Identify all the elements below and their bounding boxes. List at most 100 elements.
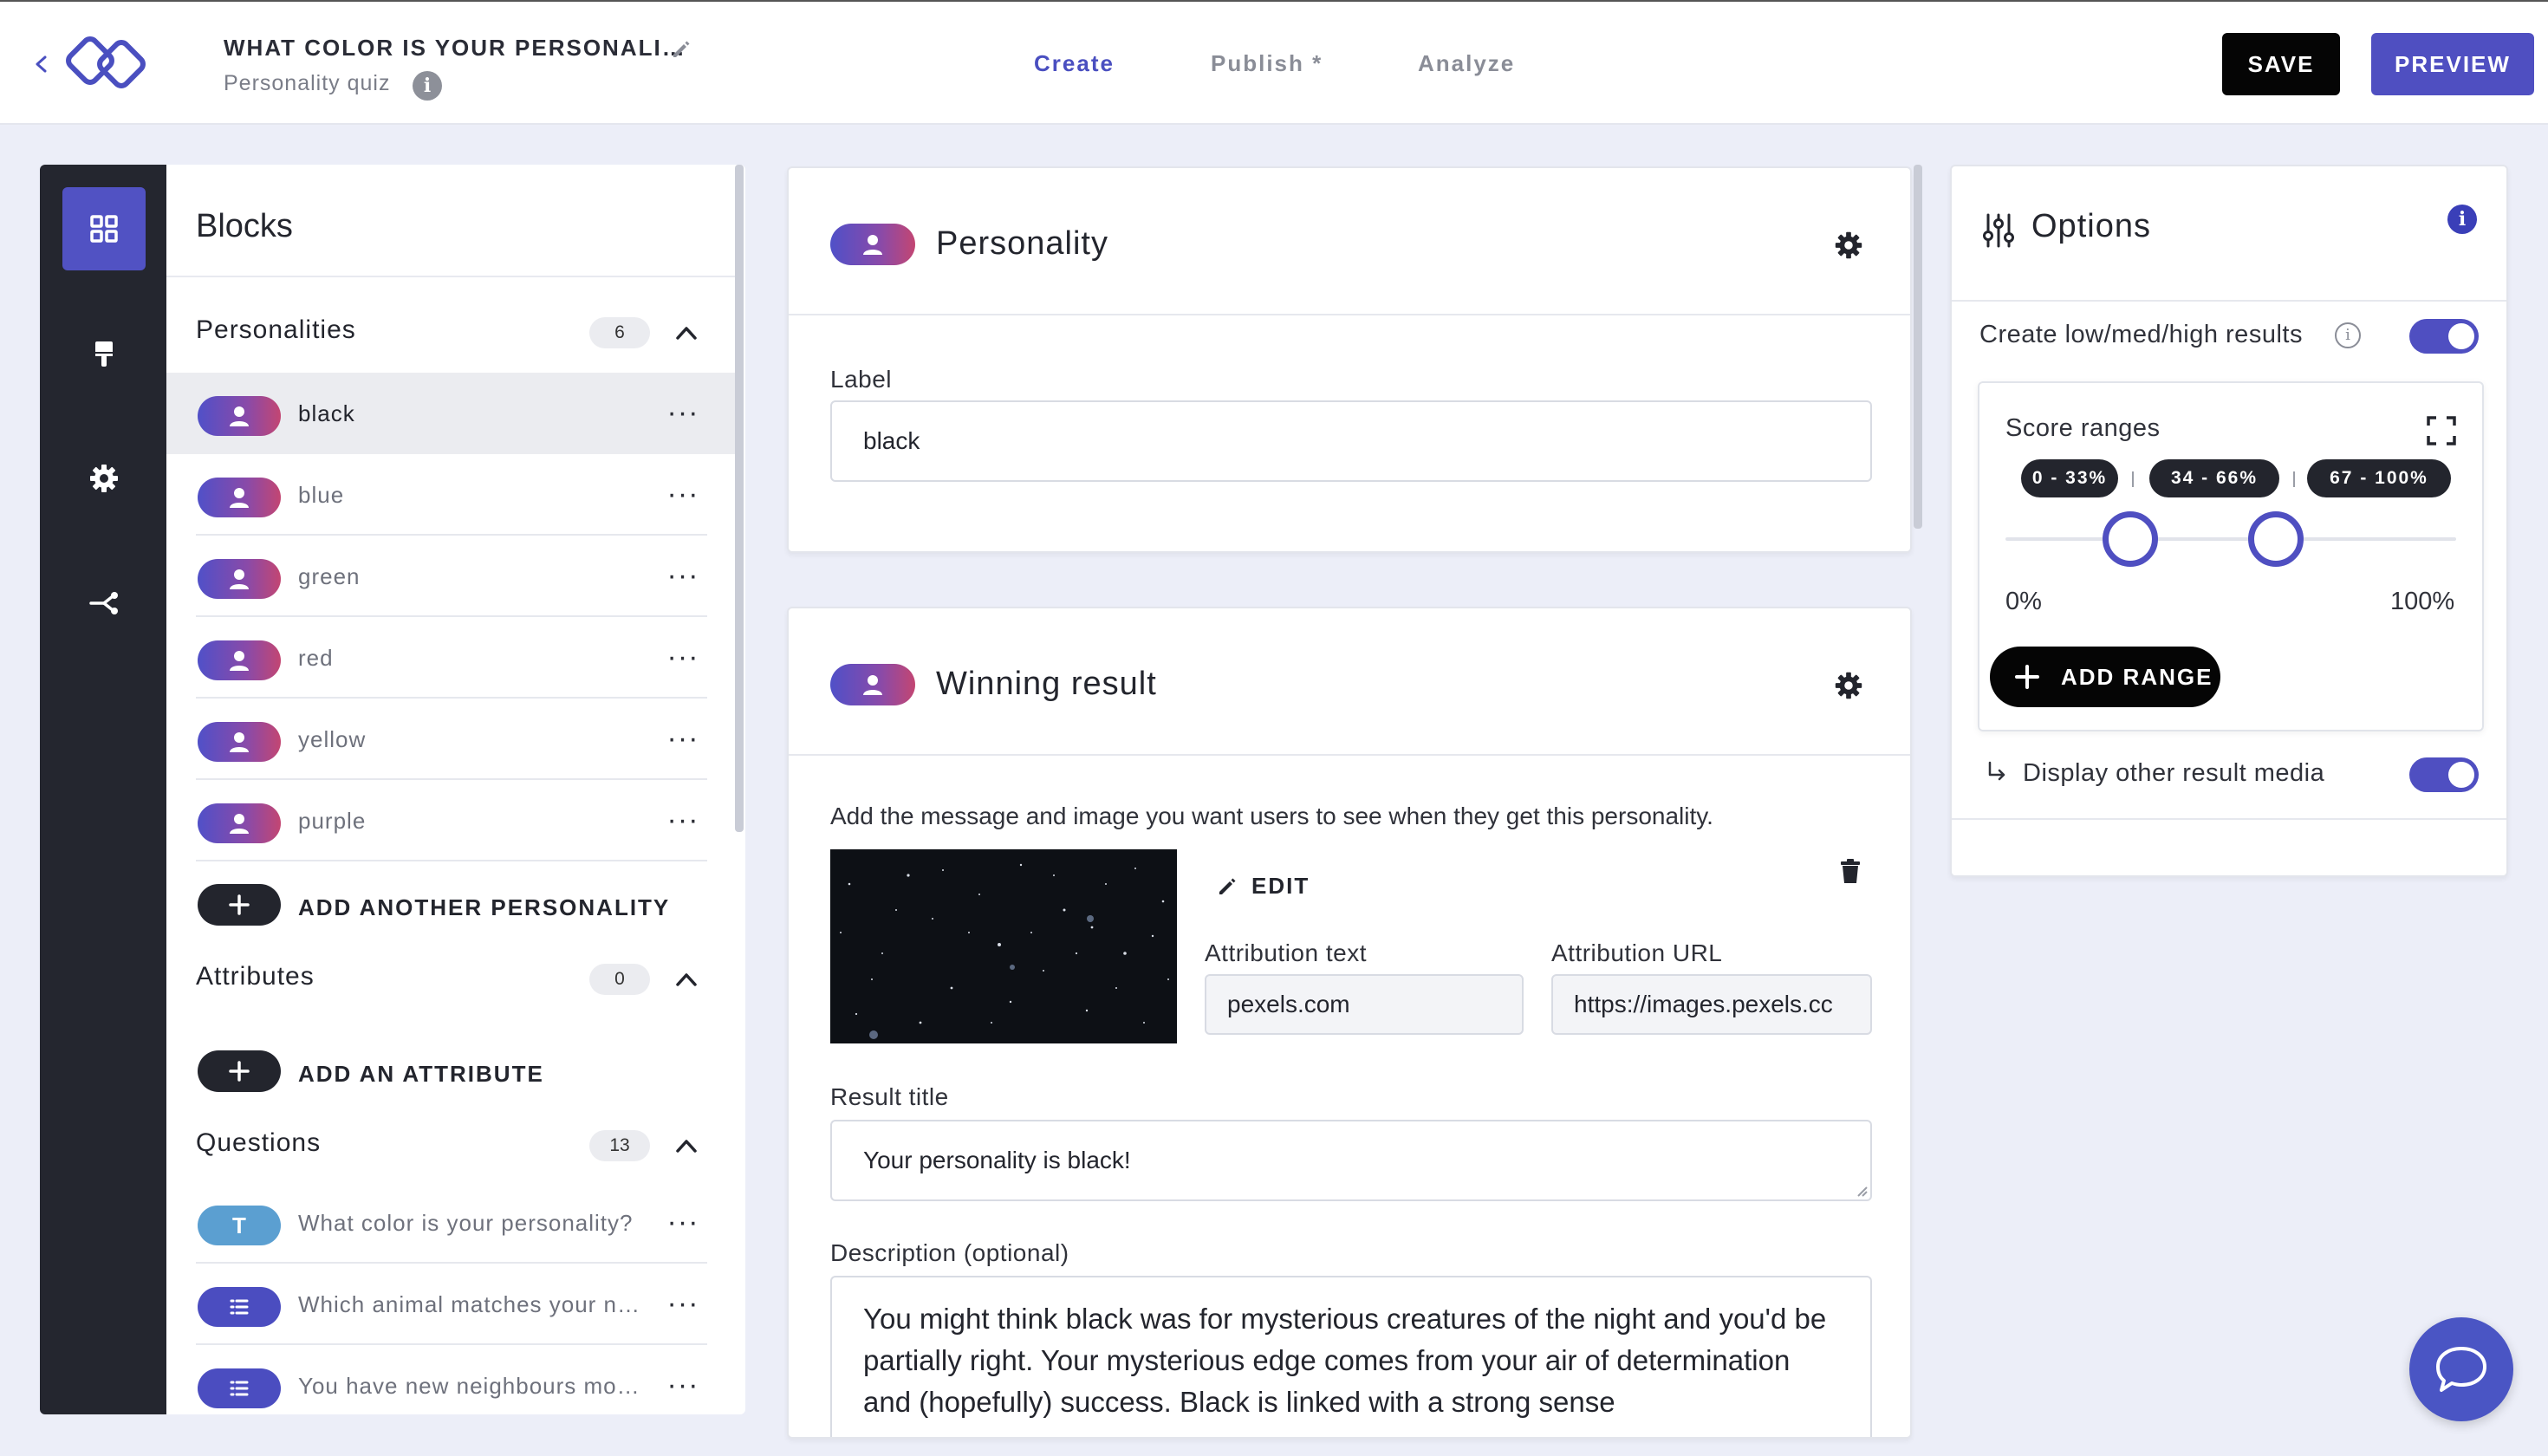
- back-button[interactable]: [29, 47, 52, 81]
- add-personality-button[interactable]: ADD ANOTHER PERSONALITY: [166, 870, 738, 939]
- range-chip-high[interactable]: 67 - 100%: [2307, 459, 2451, 497]
- gear-icon[interactable]: [1832, 669, 1865, 702]
- section-label: Personalities: [196, 315, 356, 344]
- personality-label-input[interactable]: [830, 400, 1872, 482]
- rail-blocks-button[interactable]: [62, 187, 146, 270]
- count-badge: 6: [589, 317, 650, 348]
- gear-icon[interactable]: [1832, 229, 1865, 262]
- result-description-textarea[interactable]: You might think black was for mysterious…: [830, 1276, 1872, 1437]
- person-icon: [230, 814, 249, 834]
- blocks-panel: Blocks Personalities 6 black ··· blue ··…: [166, 165, 745, 1414]
- label-field-caption: Label: [830, 366, 893, 393]
- slider-handle-high[interactable]: [2248, 511, 2304, 567]
- paintbrush-icon: [95, 341, 113, 367]
- chevron-up-icon[interactable]: [673, 967, 700, 991]
- more-options-icon[interactable]: ···: [660, 1286, 705, 1321]
- attribution-url-caption: Attribution URL: [1551, 939, 1723, 966]
- editor-side-rail: [40, 165, 166, 1414]
- item-label: yellow: [298, 726, 367, 752]
- result-image[interactable]: [830, 849, 1177, 1043]
- more-options-icon[interactable]: ···: [660, 803, 705, 837]
- section-personalities-header[interactable]: Personalities 6: [166, 298, 738, 367]
- rail-design-button[interactable]: [62, 312, 146, 395]
- display-media-label: Display other result media: [2023, 759, 2325, 787]
- edit-media-button[interactable]: EDIT: [1217, 870, 1310, 901]
- info-icon[interactable]: i: [2447, 205, 2477, 234]
- quiz-title[interactable]: WHAT COLOR IS YOUR PERSONALI…: [224, 35, 686, 62]
- save-button[interactable]: SAVE: [2222, 33, 2340, 95]
- tab-publish[interactable]: Publish *: [1211, 50, 1323, 77]
- more-options-icon[interactable]: ···: [660, 1368, 705, 1402]
- add-range-label: ADD RANGE: [2061, 663, 2213, 690]
- personality-pill: [198, 396, 281, 436]
- range-chip-low[interactable]: 0 - 33%: [2021, 459, 2118, 497]
- item-label: green: [298, 563, 361, 589]
- rail-settings-button[interactable]: [62, 437, 146, 520]
- personality-item-blue[interactable]: blue ···: [166, 454, 738, 536]
- gear-icon: [90, 465, 118, 492]
- text-question-pill: T: [198, 1206, 281, 1245]
- expand-icon[interactable]: [2427, 416, 2456, 445]
- person-icon: [230, 488, 249, 508]
- plus-icon: [229, 894, 250, 915]
- add-attribute-button[interactable]: ADD AN ATTRIBUTE: [166, 1037, 738, 1106]
- winning-result-card: Winning result Add the message and image…: [787, 607, 1912, 1439]
- card-title: Personality: [936, 225, 1108, 262]
- rail-logic-button[interactable]: [62, 562, 146, 645]
- attribution-url-input[interactable]: [1551, 974, 1872, 1035]
- range-chip-med[interactable]: 34 - 66%: [2149, 459, 2279, 497]
- info-icon[interactable]: i: [413, 71, 442, 101]
- section-attributes-header[interactable]: Attributes 0: [166, 945, 738, 1014]
- quiz-type-label: Personality quiz: [224, 71, 391, 95]
- question-item[interactable]: You have new neighbours mo… ···: [166, 1345, 738, 1414]
- divider: [196, 860, 707, 861]
- blocks-scrollbar[interactable]: [735, 165, 744, 832]
- tab-analyze[interactable]: Analyze: [1418, 50, 1515, 77]
- section-label: Questions: [196, 1128, 322, 1157]
- low-med-high-toggle[interactable]: [2409, 319, 2479, 354]
- divider: [166, 276, 738, 277]
- app-logo[interactable]: [61, 28, 158, 99]
- tab-create[interactable]: Create: [1034, 50, 1115, 77]
- section-questions-header[interactable]: Questions 13: [166, 1111, 738, 1180]
- editor-scrollbar[interactable]: [1914, 165, 1922, 529]
- personality-item-red[interactable]: red ···: [166, 617, 738, 699]
- chevron-left-icon: [36, 55, 47, 73]
- section-label: Attributes: [196, 962, 315, 991]
- resize-handle-icon[interactable]: [1853, 1182, 1869, 1198]
- plus-icon: [229, 1061, 250, 1082]
- more-options-icon[interactable]: ···: [660, 721, 705, 756]
- more-options-icon[interactable]: ···: [660, 1205, 705, 1239]
- plus-button: [198, 1050, 281, 1092]
- divider: [1952, 818, 2506, 820]
- add-range-button[interactable]: ADD RANGE: [1990, 647, 2220, 707]
- personality-item-yellow[interactable]: yellow ···: [166, 699, 738, 780]
- more-options-icon[interactable]: ···: [660, 640, 705, 674]
- range-separator: [2293, 471, 2295, 487]
- more-options-icon[interactable]: ···: [660, 395, 705, 430]
- personality-item-green[interactable]: green ···: [166, 536, 738, 617]
- personality-pill: [198, 478, 281, 517]
- question-item[interactable]: Which animal matches your n… ···: [166, 1264, 738, 1345]
- add-label: ADD AN ATTRIBUTE: [298, 1061, 544, 1087]
- chevron-up-icon[interactable]: [673, 321, 700, 345]
- attribution-text-input[interactable]: [1205, 974, 1524, 1035]
- question-item[interactable]: T What color is your personality? ···: [166, 1182, 738, 1264]
- more-options-icon[interactable]: ···: [660, 477, 705, 511]
- personality-item-purple[interactable]: purple ···: [166, 780, 738, 861]
- score-slider-track[interactable]: [2005, 537, 2456, 541]
- result-title-input[interactable]: [830, 1120, 1872, 1201]
- item-label: red: [298, 645, 334, 671]
- chat-support-button[interactable]: [2409, 1317, 2513, 1421]
- pencil-icon[interactable]: [669, 36, 693, 61]
- trash-icon[interactable]: [1839, 858, 1862, 884]
- blocks-grid-icon: [90, 215, 118, 243]
- info-outline-icon[interactable]: i: [2335, 322, 2361, 348]
- personality-item-black[interactable]: black ···: [166, 373, 738, 454]
- preview-button[interactable]: PREVIEW: [2371, 33, 2534, 95]
- personality-pill: [198, 722, 281, 762]
- chevron-up-icon[interactable]: [673, 1134, 700, 1158]
- more-options-icon[interactable]: ···: [660, 558, 705, 593]
- display-media-toggle[interactable]: [2409, 757, 2479, 792]
- slider-handle-low[interactable]: [2103, 511, 2158, 567]
